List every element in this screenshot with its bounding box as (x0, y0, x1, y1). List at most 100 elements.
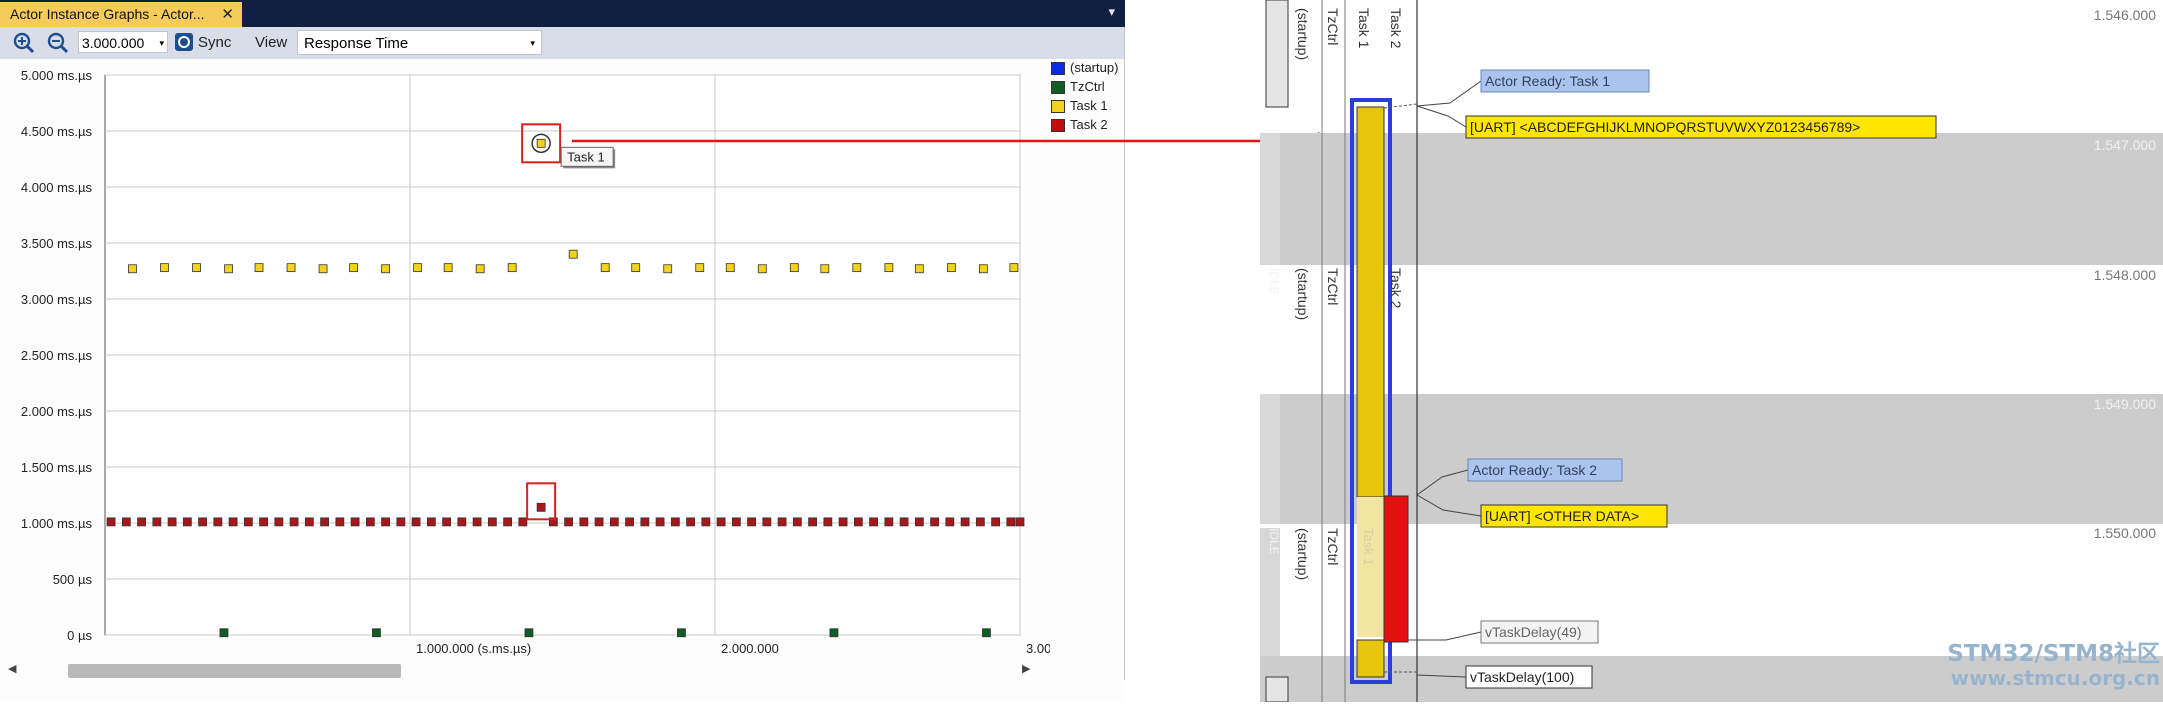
data-point-task-2[interactable] (320, 517, 330, 527)
data-point-task-2[interactable] (945, 517, 955, 527)
data-point-task-2[interactable] (670, 517, 680, 527)
data-point-task-2[interactable] (536, 502, 546, 512)
data-point-task-2[interactable] (228, 517, 238, 527)
data-point-task-1[interactable] (160, 263, 169, 273)
data-point-task-2[interactable] (396, 517, 406, 527)
data-point-task-1[interactable] (979, 264, 988, 274)
sync-button[interactable]: Sync (198, 34, 231, 51)
data-point-task-2[interactable] (182, 517, 192, 527)
scroll-left-arrow-icon[interactable]: ◀ (8, 662, 16, 675)
data-point-task-1[interactable] (820, 264, 830, 274)
data-point-task-2[interactable] (762, 517, 772, 527)
data-point-task-1[interactable] (631, 263, 641, 273)
data-point-task-1[interactable] (318, 264, 328, 274)
data-point-task-1[interactable] (413, 263, 423, 273)
data-point-task-2[interactable] (686, 517, 695, 527)
data-point-task-1[interactable] (789, 263, 799, 273)
data-point-task-2[interactable] (426, 517, 436, 527)
data-point-task-1[interactable] (254, 263, 264, 273)
trace-view-canvas[interactable]: 1.546.000 1.547.000 1.548.000 1.549.000 1.55… (1260, 0, 2163, 703)
data-point-task-1[interactable] (286, 263, 296, 273)
data-point-task-2[interactable] (274, 517, 284, 527)
data-point-task-2[interactable] (640, 517, 650, 527)
horizontal-scrollbar[interactable]: ◀ ▶ (0, 659, 1040, 683)
data-point-task-1[interactable] (914, 264, 924, 274)
data-point-task-1[interactable] (852, 263, 862, 273)
data-point-task-1[interactable] (192, 263, 201, 273)
data-point-task-2[interactable] (579, 517, 589, 527)
close-icon[interactable]: ✕ (221, 2, 234, 27)
data-point-task-2[interactable] (411, 517, 421, 527)
data-point-task-2[interactable] (289, 517, 299, 527)
data-point-task-2[interactable] (442, 517, 452, 527)
data-point-task-2[interactable] (243, 517, 253, 527)
data-point-task-2[interactable] (106, 517, 116, 527)
data-point-task-1[interactable] (663, 264, 673, 274)
data-point-task-2[interactable] (655, 517, 665, 527)
data-point-task-1[interactable] (349, 263, 358, 273)
data-point-task-2[interactable] (304, 517, 314, 527)
data-point-task-2[interactable] (823, 517, 833, 527)
data-point-tzctrl[interactable] (219, 628, 229, 638)
sync-icon[interactable] (175, 33, 193, 51)
data-point-task-2[interactable] (152, 517, 162, 527)
data-point-task-2[interactable] (609, 517, 619, 527)
data-point-task-1[interactable] (224, 264, 233, 274)
data-point-task-2[interactable] (914, 517, 924, 527)
data-point-task-2[interactable] (594, 517, 604, 527)
data-point-task-2[interactable] (472, 517, 482, 527)
data-point-task-2[interactable] (747, 517, 756, 527)
data-point-tzctrl[interactable] (372, 628, 381, 638)
view-menu-button[interactable]: View (255, 34, 287, 51)
data-point-task-2[interactable] (564, 517, 573, 527)
data-point-task-1[interactable] (536, 138, 546, 148)
data-point-task-1[interactable] (695, 263, 705, 273)
data-point-task-2[interactable] (503, 517, 513, 527)
data-point-task-1[interactable] (884, 263, 894, 273)
data-point-task-2[interactable] (701, 517, 711, 527)
data-point-task-2[interactable] (777, 517, 787, 527)
data-point-task-2[interactable] (991, 517, 1000, 527)
metric-select[interactable]: Response Time ▾ (297, 30, 542, 55)
tab-menu-chevron-down-icon[interactable]: ▾ (1108, 4, 1115, 20)
data-point-task-2[interactable] (213, 517, 223, 527)
task1-execution-block[interactable] (1356, 106, 1385, 498)
response-time-scatter-chart[interactable]: 0 µs 500 µs 1.000 ms.µs 1.500 ms.µs 2.000 ms… (0, 59, 1050, 659)
data-point-task-2[interactable] (808, 517, 817, 527)
data-point-task-2[interactable] (1015, 517, 1025, 527)
data-point-tzctrl[interactable] (524, 628, 534, 638)
data-point-task-2[interactable] (716, 517, 726, 527)
scroll-right-arrow-icon[interactable]: ▶ (1022, 662, 1030, 675)
data-point-task-2[interactable] (259, 517, 269, 527)
data-point-task-2[interactable] (518, 517, 528, 527)
data-point-task-2[interactable] (899, 517, 909, 527)
data-point-tzctrl[interactable] (829, 628, 839, 638)
data-point-task-2[interactable] (381, 517, 391, 527)
data-point-task-1[interactable] (475, 264, 485, 274)
scrollbar-thumb[interactable] (68, 664, 401, 678)
data-point-task-2[interactable] (487, 517, 497, 527)
data-point-task-1[interactable] (568, 249, 578, 259)
data-point-task-2[interactable] (930, 517, 939, 527)
data-point-task-2[interactable] (1006, 517, 1016, 527)
data-point-task-2[interactable] (625, 517, 634, 527)
data-point-task-2[interactable] (137, 517, 147, 527)
data-point-task-2[interactable] (960, 517, 970, 527)
data-point-task-2[interactable] (884, 517, 894, 527)
zoom-in-icon[interactable] (12, 31, 36, 55)
data-point-task-2[interactable] (350, 517, 360, 527)
data-point-task-1[interactable] (507, 263, 517, 273)
data-point-task-1[interactable] (600, 263, 610, 273)
data-point-task-1[interactable] (946, 263, 956, 273)
data-point-task-2[interactable] (167, 517, 177, 527)
zoom-out-icon[interactable] (46, 31, 70, 55)
tab-actor-instance-graphs[interactable]: Actor Instance Graphs - Actor... ✕ (0, 2, 242, 27)
data-point-task-2[interactable] (792, 517, 802, 527)
data-point-task-2[interactable] (853, 517, 863, 527)
task2-execution-block[interactable] (1383, 495, 1409, 643)
data-point-task-2[interactable] (198, 517, 208, 527)
data-point-task-2[interactable] (869, 517, 878, 527)
data-point-task-1[interactable] (381, 264, 391, 274)
task1-execution-block[interactable] (1356, 639, 1385, 678)
data-point-task-2[interactable] (365, 517, 375, 527)
